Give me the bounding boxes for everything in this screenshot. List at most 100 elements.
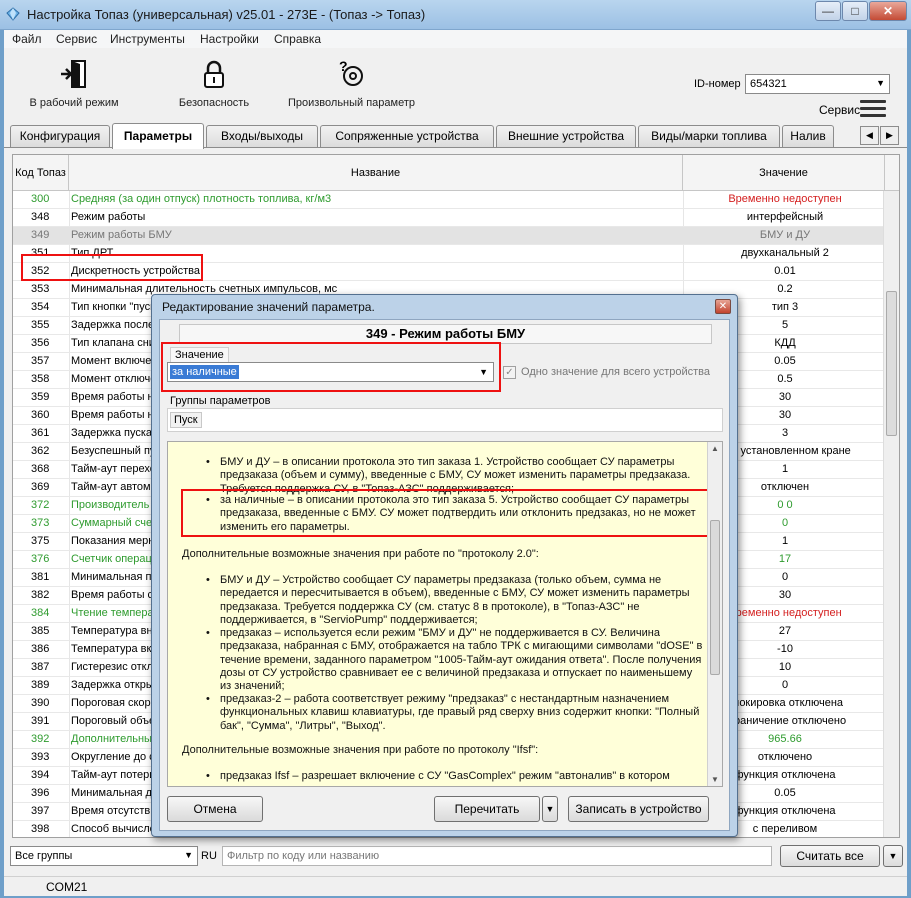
row-code: 353: [31, 283, 50, 295]
help-bullet: • предзаказ Ifsf – разрешает включение с …: [206, 770, 670, 782]
help-scrollbar[interactable]: ▲ ▼: [707, 442, 722, 786]
row-code: 386: [31, 643, 50, 655]
row-code: 355: [31, 319, 50, 331]
dialog-content: 349 - Режим работы БМУ Значение за налич…: [159, 319, 730, 831]
groups-box: Пуск: [167, 408, 723, 432]
table-row[interactable]: 348 Режим работы интерфейсный: [13, 209, 885, 227]
row-value: двухканальный 2: [741, 247, 829, 259]
scroll-down-icon[interactable]: ▼: [711, 775, 719, 784]
groups-label: Группы параметров: [170, 395, 271, 407]
filter-input[interactable]: Фильтр по коду или названию: [222, 846, 772, 866]
close-button[interactable]: ✕: [869, 1, 907, 21]
row-code: 359: [31, 391, 50, 403]
tab-scroll-right-icon[interactable]: ▶: [880, 126, 899, 145]
row-value: 0.01: [774, 265, 796, 277]
gear-question-icon: ?: [339, 58, 363, 86]
highlight-box: [161, 342, 501, 392]
row-code: 394: [31, 769, 50, 781]
door-exit-icon: [61, 60, 86, 88]
help-bullet: • предзаказ – используется если режим "БМ…: [206, 627, 703, 693]
group-tag[interactable]: Пуск: [170, 412, 202, 428]
row-code: 396: [31, 787, 50, 799]
tab-fuel-types[interactable]: Виды/марки топлива: [638, 125, 780, 147]
reread-dropdown-icon[interactable]: ▼: [542, 796, 558, 822]
menu-bar: Файл Сервис Инструменты Настройки Справк…: [4, 30, 907, 48]
scroll-up-icon[interactable]: ▲: [711, 444, 719, 453]
tab-external-devices[interactable]: Внешние устройства: [496, 125, 636, 147]
dialog-title: Редактирование значений параметра.: [162, 300, 375, 314]
edit-parameter-dialog: Редактирование значений параметра. ✕ 349…: [151, 294, 738, 837]
scrollbar-thumb[interactable]: [710, 520, 720, 675]
dialog-parameter-header: 349 - Режим работы БМУ: [179, 324, 712, 344]
status-port: COM21: [46, 880, 88, 894]
row-code: 362: [31, 445, 50, 457]
menu-settings[interactable]: Настройки: [200, 32, 259, 46]
window-titlebar: Настройка Топаз (универсальная) v25.01 -…: [0, 0, 911, 30]
tab-strip: Конфигурация Параметры Входы/выходы Сопр…: [4, 123, 907, 149]
row-code: 360: [31, 409, 50, 421]
row-code: 392: [31, 733, 50, 745]
tab-parameters[interactable]: Параметры: [112, 123, 204, 149]
header-value[interactable]: Значение: [683, 155, 885, 191]
read-all-dropdown-icon[interactable]: ▼: [883, 845, 903, 867]
group-filter-combo[interactable]: Все группы ▼: [10, 846, 198, 866]
same-value-checkbox[interactable]: ✓: [503, 366, 516, 379]
grid-scrollbar[interactable]: [883, 191, 899, 837]
tab-configuration[interactable]: Конфигурация: [10, 125, 110, 147]
row-code: 389: [31, 679, 50, 691]
menu-file[interactable]: Файл: [12, 32, 42, 46]
row-code: 358: [31, 373, 50, 385]
lock-icon: [204, 60, 224, 88]
menu-help[interactable]: Справка: [274, 32, 321, 46]
hamburger-menu-icon[interactable]: [860, 100, 886, 120]
tab-paired-devices[interactable]: Сопряженные устройства: [320, 125, 494, 147]
id-label: ID-номер: [694, 78, 741, 90]
row-name: Режим работы БМУ: [71, 229, 172, 241]
row-value: Временно недоступен: [728, 193, 842, 205]
help-paragraph: Дополнительные возможные значения при ра…: [182, 548, 539, 560]
maximize-button[interactable]: □: [842, 1, 868, 21]
row-code: 398: [31, 823, 50, 835]
row-code: 382: [31, 589, 50, 601]
header-name[interactable]: Название: [69, 155, 683, 191]
work-mode-button[interactable]: В рабочий режим: [24, 58, 124, 109]
row-code: 357: [31, 355, 50, 367]
row-code: 348: [31, 211, 50, 223]
scrollbar-thumb[interactable]: [886, 291, 897, 436]
security-button[interactable]: Безопасность: [164, 58, 264, 109]
chevron-down-icon: ▼: [876, 78, 885, 88]
row-code: 375: [31, 535, 50, 547]
header-code[interactable]: Код Топаз: [13, 155, 69, 191]
write-to-device-button[interactable]: Записать в устройство: [568, 796, 709, 822]
reread-button[interactable]: Перечитать: [434, 796, 540, 822]
help-paragraph: Дополнительные возможные значения при ра…: [182, 744, 539, 756]
window-title: Настройка Топаз (универсальная) v25.01 -…: [27, 7, 426, 22]
row-code: 387: [31, 661, 50, 673]
menu-tools[interactable]: Инструменты: [110, 32, 185, 46]
menu-service[interactable]: Сервис: [56, 32, 97, 46]
tab-filling[interactable]: Налив: [782, 125, 834, 147]
filter-placeholder: Фильтр по коду или названию: [227, 850, 380, 862]
row-code: 372: [31, 499, 50, 511]
arbitrary-param-button[interactable]: ? Произвольный параметр: [284, 58, 419, 109]
service-label: Сервис: [819, 103, 861, 117]
highlight-box: [181, 489, 710, 537]
row-code: 385: [31, 625, 50, 637]
read-all-button[interactable]: Считать все: [780, 845, 880, 867]
row-code: 381: [31, 571, 50, 583]
row-code: 373: [31, 517, 50, 529]
dialog-close-icon[interactable]: ✕: [715, 299, 731, 314]
row-code: 300: [31, 193, 50, 205]
tab-scroll-left-icon[interactable]: ◀: [860, 126, 879, 145]
group-filter-value: Все группы: [15, 850, 73, 862]
tab-io[interactable]: Входы/выходы: [206, 125, 318, 147]
cancel-button[interactable]: Отмена: [167, 796, 263, 822]
row-name: Режим работы: [71, 211, 146, 223]
table-row[interactable]: 300 Средняя (за один отпуск) плотность то…: [13, 191, 885, 209]
help-bullet: • предзаказ-2 – работа соответствует режи…: [206, 693, 700, 732]
table-row[interactable]: 349 Режим работы БМУ БМУ и ДУ: [13, 227, 885, 245]
id-number-combo[interactable]: 654321 ▼: [745, 74, 890, 94]
row-code: 397: [31, 805, 50, 817]
row-code: 376: [31, 553, 50, 565]
minimize-button[interactable]: —: [815, 1, 841, 21]
